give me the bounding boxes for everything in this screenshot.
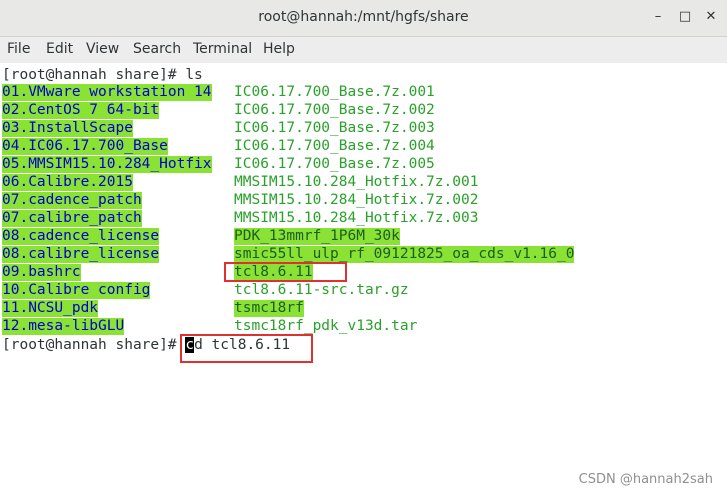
dir-entry: 03.InstallScape [2, 120, 133, 137]
minimize-button[interactable]: – [650, 9, 666, 25]
dir-entry: 07.cadence_patch [2, 192, 142, 209]
dir-entry: 08.calibre_license [2, 246, 160, 263]
prompt-ls-line: [root@hannah share]# ls [2, 67, 203, 83]
highlight-box-cd-command [180, 334, 313, 363]
highlight-box-tcl-dir [224, 262, 347, 282]
dir-entry: tsmc18rf [234, 300, 304, 317]
scrollbar[interactable] [719, 63, 727, 497]
window-title: root@hannah:/mnt/hgfs/share [258, 9, 469, 25]
archive-entry: IC06.17.700_Base.7z.002 [234, 102, 435, 118]
dir-entry: 02.CentOS 7 64-bit [2, 102, 160, 119]
title-bar: root@hannah:/mnt/hgfs/share – □ ✕ [0, 0, 727, 37]
menu-search[interactable]: Search [133, 41, 181, 57]
archive-entry: tcl8.6.11-src.tar.gz [234, 282, 409, 298]
menu-view[interactable]: View [86, 41, 119, 57]
menu-bar: File Edit View Search Terminal Help [0, 37, 727, 63]
dir-entry: 12.mesa-libGLU [2, 318, 125, 335]
dir-entry: 07.calibre_patch [2, 210, 142, 227]
archive-entry: MMSIM15.10.284_Hotfix.7z.002 [234, 192, 479, 208]
archive-entry: IC06.17.700_Base.7z.001 [234, 84, 435, 100]
dir-entry: 04.IC06.17.700_Base [2, 138, 168, 155]
close-button[interactable]: ✕ [703, 9, 719, 25]
archive-entry: MMSIM15.10.284_Hotfix.7z.001 [234, 174, 479, 190]
menu-edit[interactable]: Edit [46, 41, 73, 57]
archive-entry: IC06.17.700_Base.7z.005 [234, 156, 435, 172]
archive-entry: IC06.17.700_Base.7z.003 [234, 120, 435, 136]
menu-help[interactable]: Help [263, 41, 295, 57]
watermark: CSDN @hannah2sah [578, 472, 713, 487]
archive-entry: tsmc18rf_pdk_v13d.tar [234, 318, 418, 334]
archive-entry: MMSIM15.10.284_Hotfix.7z.003 [234, 210, 479, 226]
maximize-button[interactable]: □ [677, 9, 693, 25]
dir-entry: 06.Calibre.2015 [2, 174, 133, 191]
dir-entry: PDK_13mmrf_1P6M_30k [234, 228, 400, 245]
menu-terminal[interactable]: Terminal [193, 41, 252, 57]
dir-entry: smic55ll_ulp_rf_09121825_oa_cds_v1.16_0 [234, 246, 575, 263]
menu-file[interactable]: File [7, 41, 30, 57]
dir-entry: 08.cadence_license [2, 228, 160, 245]
dir-entry: 11.NCSU_pdk [2, 300, 99, 317]
prompt-text: [root@hannah share]# [2, 337, 186, 353]
dir-entry: 05.MMSIM15.10.284_Hotfix [2, 156, 212, 173]
archive-entry: IC06.17.700_Base.7z.004 [234, 138, 435, 154]
terminal-area[interactable]: [root@hannah share]# ls 01.VMware workst… [0, 64, 718, 497]
dir-entry: 01.VMware workstation 14 [2, 84, 212, 101]
dir-entry: 09.bashrc [2, 264, 81, 281]
dir-entry: 10.Calibre config [2, 282, 151, 299]
